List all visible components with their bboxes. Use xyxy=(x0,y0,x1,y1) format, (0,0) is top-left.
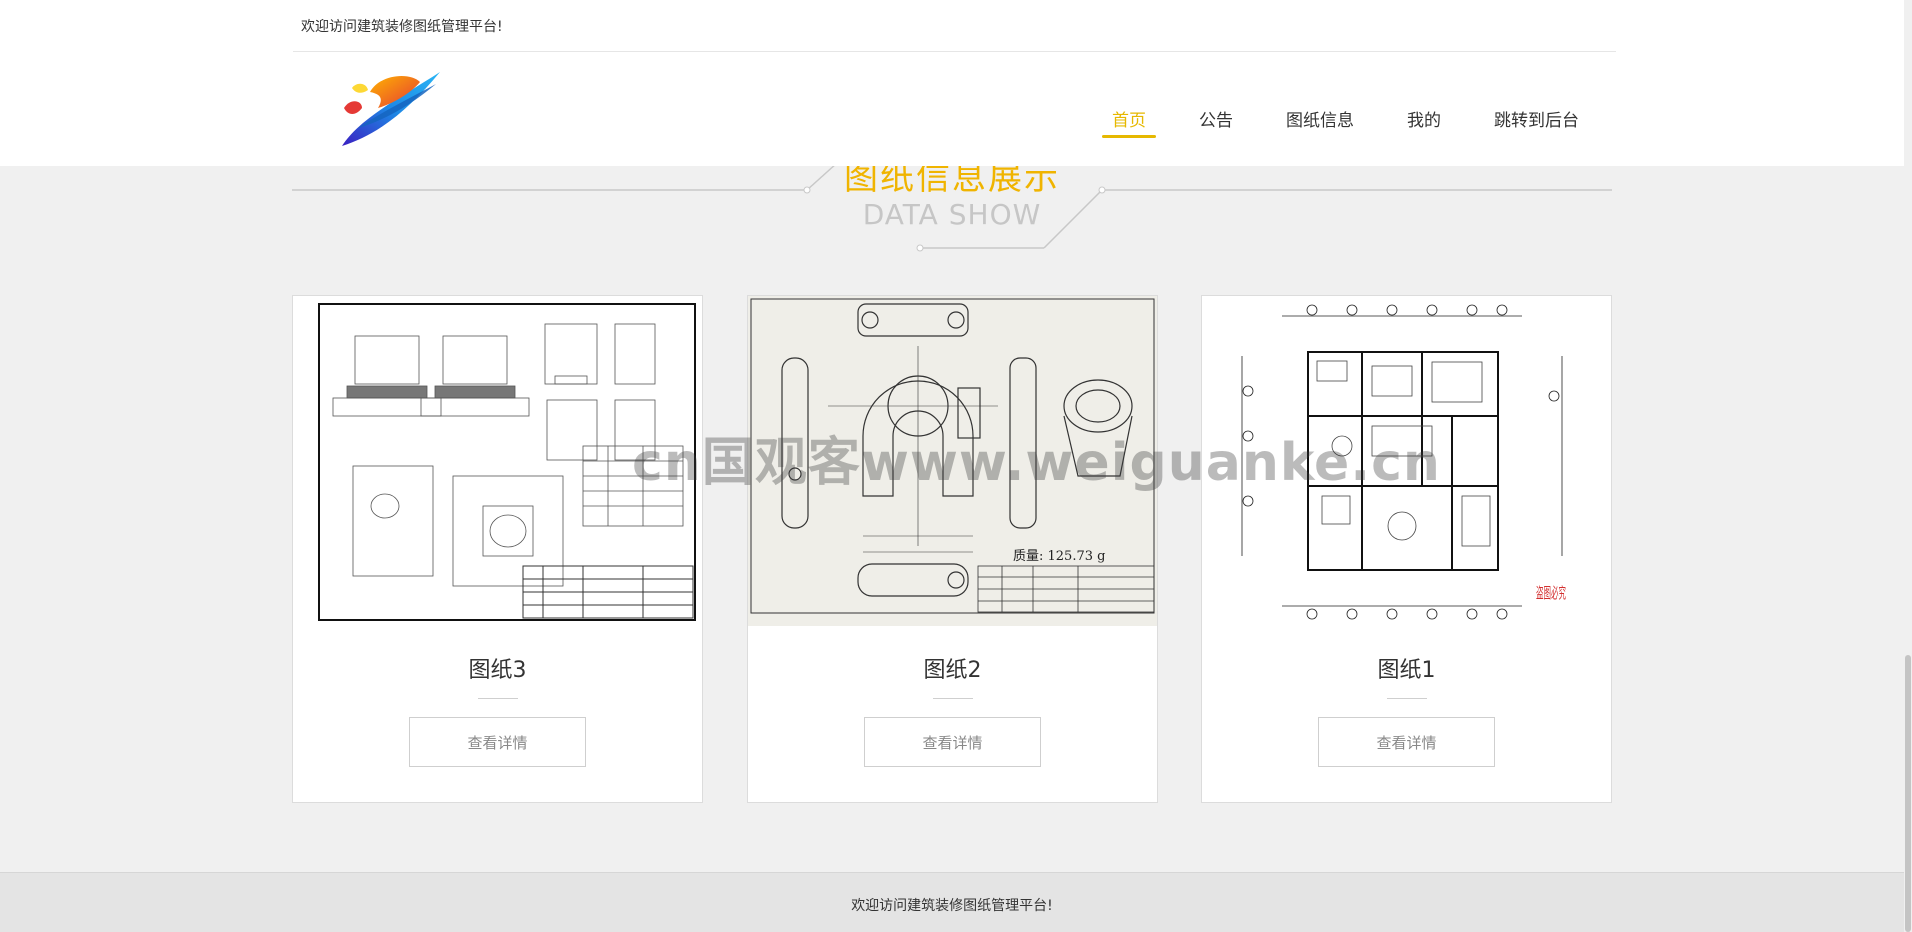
drawing-mass: 质量: 125.73 g xyxy=(1013,549,1105,564)
site-footer: 欢迎访问建筑装修图纸管理平台! xyxy=(0,872,1904,932)
page-scrollbar[interactable] xyxy=(1904,0,1912,932)
card-title: 图纸3 xyxy=(468,658,527,683)
nav-mine[interactable]: 我的 xyxy=(1397,96,1451,138)
card-divider xyxy=(1387,698,1427,699)
stamp-text: 盗图必究 xyxy=(1536,584,1566,602)
card-divider xyxy=(478,698,518,699)
card-title: 图纸1 xyxy=(1377,658,1436,683)
section-title-en: DATA SHOW xyxy=(862,198,1042,231)
welcome-text: 欢迎访问建筑装修图纸管理平台! xyxy=(301,19,503,35)
nav-notice[interactable]: 公告 xyxy=(1189,96,1243,138)
main-nav: 首页 公告 图纸信息 我的 跳转到后台 xyxy=(1069,96,1589,138)
watermark: cn国观客www.weiguanke.cn xyxy=(632,433,1441,493)
footer-text: 欢迎访问建筑装修图纸管理平台! xyxy=(851,898,1053,914)
logo-icon[interactable] xyxy=(340,68,444,150)
scrollbar-thumb[interactable] xyxy=(1905,655,1911,932)
drawing-card[interactable]: 盗图必究 图纸1 查看详情 xyxy=(1201,295,1612,803)
nav-home[interactable]: 首页 xyxy=(1102,96,1156,138)
drawing-card[interactable]: 图纸3 查看详情 xyxy=(292,295,703,803)
top-bar: 欢迎访问建筑装修图纸管理平台! xyxy=(293,0,1616,52)
drawing-card[interactable]: 质量: 125.73 g 图纸2 查看详情 xyxy=(747,295,1158,803)
drawing-cards: 图纸3 查看详情 质量: 125.73 g 图纸2 查看详情 盗图必究 图纸1 … xyxy=(292,295,1612,803)
card-divider xyxy=(933,698,973,699)
view-details-button[interactable]: 查看详情 xyxy=(409,717,586,767)
view-details-button[interactable]: 查看详情 xyxy=(1318,717,1495,767)
view-details-button[interactable]: 查看详情 xyxy=(864,717,1041,767)
card-title: 图纸2 xyxy=(923,658,982,683)
nav-drawings[interactable]: 图纸信息 xyxy=(1276,96,1364,138)
site-header: 欢迎访问建筑装修图纸管理平台! 首页 公告 图纸信息 我的 跳转到后台 xyxy=(0,0,1912,166)
nav-admin[interactable]: 跳转到后台 xyxy=(1484,96,1589,138)
